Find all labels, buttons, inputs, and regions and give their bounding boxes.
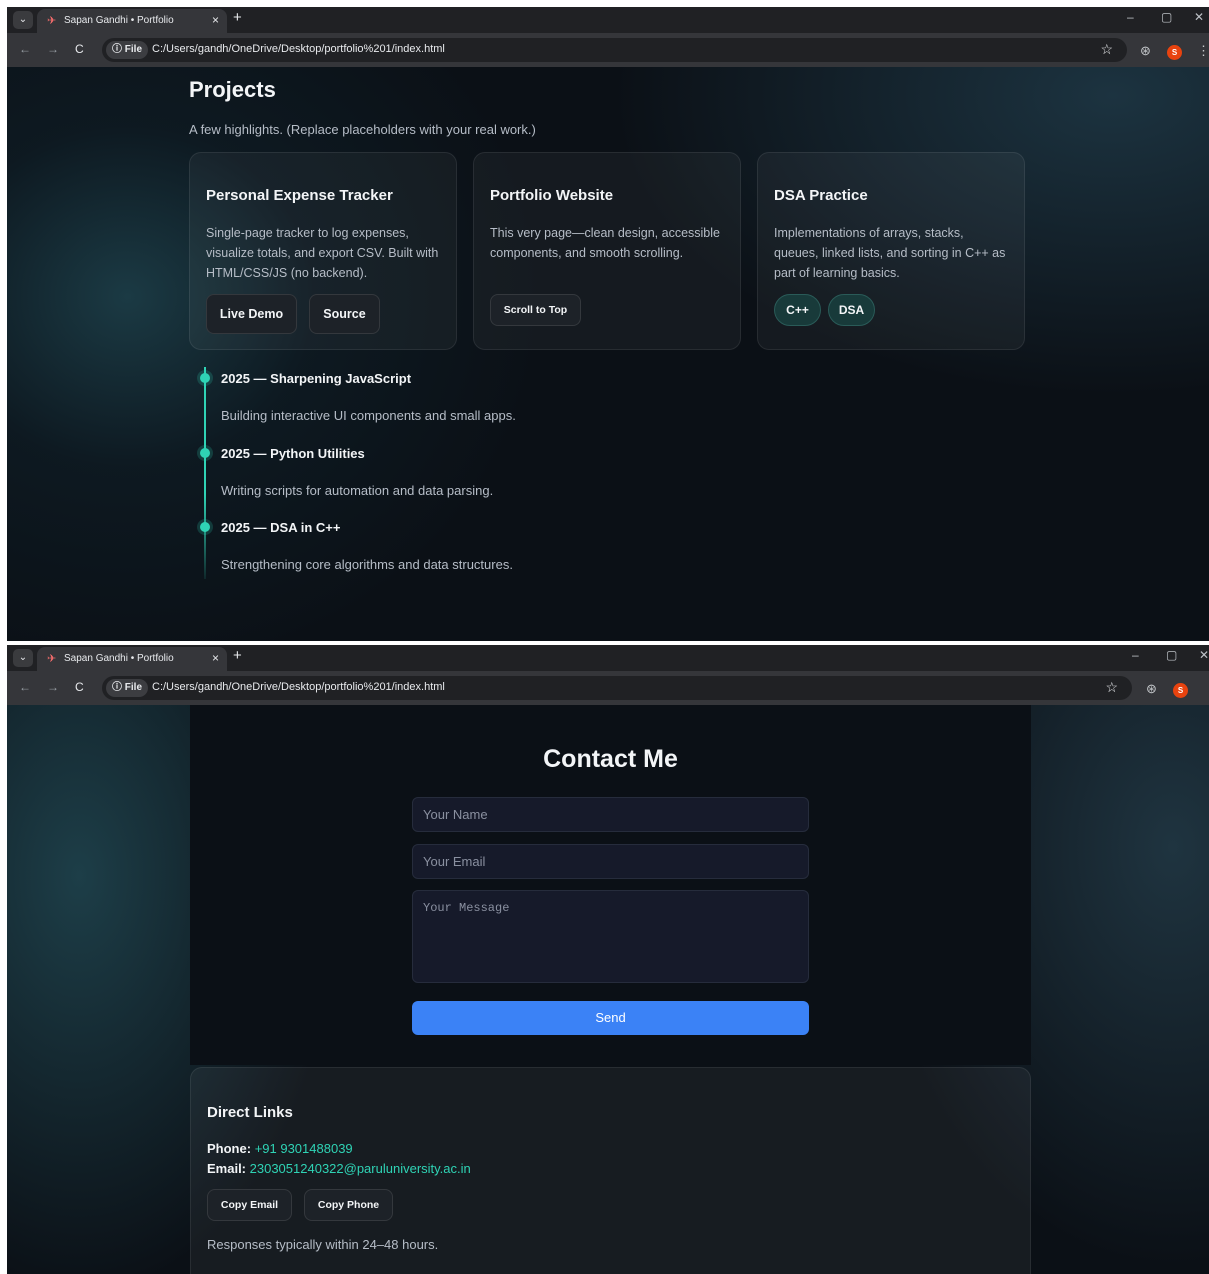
tab-close-icon[interactable]: × [212, 13, 219, 27]
address-bar[interactable]: ⓘ File C:/Users/gandh/OneDrive/Desktop/p… [102, 38, 1127, 62]
profile-avatar[interactable]: S [1173, 683, 1188, 698]
timeline-heading: 2025 — DSA in C++ [221, 520, 341, 535]
close-window-button[interactable]: ✕ [1194, 10, 1204, 24]
menu-kebab-icon[interactable]: ⋮ [1197, 43, 1209, 59]
reload-button[interactable]: C [75, 42, 84, 56]
card-title: Personal Expense Tracker [206, 187, 393, 204]
page-viewport: Contact Me Send Direct Links Phone: +91 … [7, 705, 1209, 1274]
restore-button[interactable]: ▢ [1166, 648, 1177, 662]
tab-close-icon[interactable]: × [212, 651, 219, 665]
bookmark-star-icon[interactable]: ☆ [1100, 41, 1113, 58]
browser-tab[interactable]: ✈ Sapan Gandhi • Portfolio × [37, 9, 227, 33]
card-description: This very page—clean design, accessible … [490, 226, 720, 260]
new-tab-button[interactable]: + [233, 647, 242, 664]
card-description: Single-page tracker to log expenses, vis… [206, 226, 439, 280]
minimize-button[interactable]: – [1132, 648, 1139, 662]
name-input[interactable] [412, 797, 809, 832]
minimize-button[interactable]: – [1127, 10, 1134, 24]
browser-tab[interactable]: ✈ Sapan Gandhi • Portfolio × [37, 647, 227, 671]
copy-phone-button[interactable]: Copy Phone [304, 1189, 393, 1221]
email-label: Email: [207, 1161, 247, 1176]
tab-search-button[interactable]: ⌄ [13, 11, 33, 29]
bookmark-star-icon[interactable]: ☆ [1105, 679, 1118, 696]
rocket-icon: ✈ [47, 653, 57, 665]
email-row: Email: 2303051240322@paruluniversity.ac.… [207, 1161, 471, 1176]
url-text: C:/Users/gandh/OneDrive/Desktop/portfoli… [152, 43, 445, 55]
tag-cpp: C++ [774, 294, 821, 326]
tab-bar: ⌄ ✈ Sapan Gandhi • Portfolio × + – ▢ ✕ [7, 7, 1209, 33]
timeline-dot [200, 448, 210, 458]
card-title: DSA Practice [774, 187, 868, 204]
browser-window-contact: ⌄ ✈ Sapan Gandhi • Portfolio × + – ▢ ✕ ←… [7, 645, 1209, 1274]
email-link[interactable]: 2303051240322@paruluniversity.ac.in [250, 1161, 471, 1176]
forward-button[interactable]: → [47, 680, 59, 694]
browser-toolbar: ← → C ⓘ File C:/Users/gandh/OneDrive/Des… [7, 671, 1209, 705]
project-card-portfolio: Portfolio Website This very page—clean d… [473, 152, 741, 350]
address-bar[interactable]: ⓘ File C:/Users/gandh/OneDrive/Desktop/p… [102, 676, 1132, 700]
email-input[interactable] [412, 844, 809, 879]
phone-label: Phone: [207, 1141, 252, 1156]
timeline-description: Writing scripts for automation and data … [221, 483, 494, 498]
tab-bar: ⌄ ✈ Sapan Gandhi • Portfolio × + – ▢ ✕ [7, 645, 1209, 671]
rocket-icon: ✈ [47, 15, 57, 27]
live-demo-button[interactable]: Live Demo [206, 294, 297, 334]
scroll-to-top-button[interactable]: Scroll to Top [490, 294, 581, 326]
back-button[interactable]: ← [19, 42, 31, 56]
direct-links-title: Direct Links [207, 1104, 293, 1121]
reload-button[interactable]: C [75, 680, 84, 694]
project-card-dsa: DSA Practice Implementations of arrays, … [757, 152, 1025, 350]
extensions-icon[interactable]: ⊛ [1146, 681, 1157, 697]
card-title: Portfolio Website [490, 187, 614, 204]
close-window-button[interactable]: ✕ [1199, 648, 1209, 662]
phone-row: Phone: +91 9301488039 [207, 1141, 353, 1156]
project-card-expense-tracker: Personal Expense Tracker Single-page tra… [189, 152, 457, 350]
timeline-dot [200, 373, 210, 383]
forward-button[interactable]: → [47, 42, 59, 56]
back-button[interactable]: ← [19, 680, 31, 694]
timeline-line [204, 367, 206, 579]
tab-search-button[interactable]: ⌄ [13, 649, 33, 667]
browser-window-projects: ⌄ ✈ Sapan Gandhi • Portfolio × + – ▢ ✕ ←… [7, 7, 1209, 641]
message-textarea[interactable] [412, 890, 809, 983]
send-button[interactable]: Send [412, 1001, 809, 1035]
timeline-heading: 2025 — Sharpening JavaScript [221, 371, 412, 386]
page-viewport: Projects A few highlights. (Replace plac… [7, 67, 1209, 641]
timeline-heading: 2025 — Python Utilities [221, 446, 365, 461]
url-text: C:/Users/gandh/OneDrive/Desktop/portfoli… [152, 681, 445, 693]
copy-email-button[interactable]: Copy Email [207, 1189, 292, 1221]
contact-section: Contact Me Send [190, 705, 1031, 1065]
restore-button[interactable]: ▢ [1161, 10, 1172, 24]
phone-link[interactable]: +91 9301488039 [255, 1141, 353, 1156]
source-button[interactable]: Source [309, 294, 380, 334]
new-tab-button[interactable]: + [233, 9, 242, 26]
timeline-dot [200, 522, 210, 532]
extensions-icon[interactable]: ⊛ [1140, 43, 1151, 59]
projects-title: Projects [189, 77, 276, 102]
site-info-chip[interactable]: ⓘ File [106, 679, 149, 697]
site-info-chip[interactable]: ⓘ File [106, 41, 149, 59]
card-description: Implementations of arrays, stacks, queue… [774, 226, 1006, 280]
tab-title: Sapan Gandhi • Portfolio [64, 15, 174, 26]
projects-subtitle: A few highlights. (Replace placeholders … [189, 122, 536, 137]
tab-title: Sapan Gandhi • Portfolio [64, 653, 174, 664]
direct-links-card: Direct Links Phone: +91 9301488039 Email… [190, 1067, 1031, 1274]
timeline-description: Building interactive UI components and s… [221, 408, 516, 423]
browser-toolbar: ← → C ⓘ File C:/Users/gandh/OneDrive/Des… [7, 33, 1209, 67]
response-time-note: Responses typically within 24–48 hours. [207, 1237, 439, 1252]
tag-dsa: DSA [828, 294, 875, 326]
contact-title: Contact Me [543, 745, 678, 773]
timeline-description: Strengthening core algorithms and data s… [221, 557, 513, 572]
projects-section: Projects A few highlights. (Replace plac… [189, 67, 1029, 641]
profile-avatar[interactable]: S [1167, 45, 1182, 60]
